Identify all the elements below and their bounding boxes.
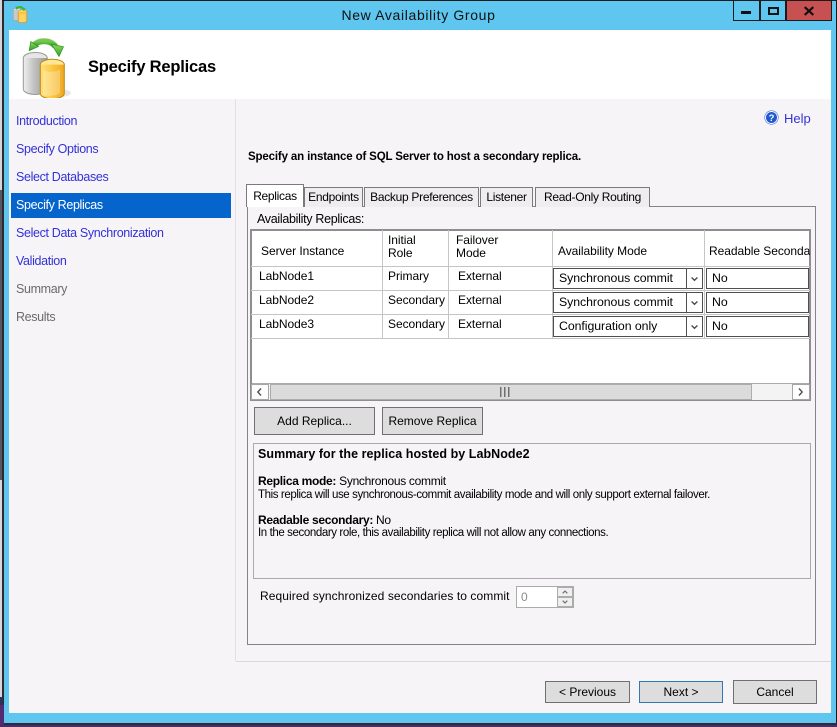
svg-text:?: ? (769, 113, 775, 124)
